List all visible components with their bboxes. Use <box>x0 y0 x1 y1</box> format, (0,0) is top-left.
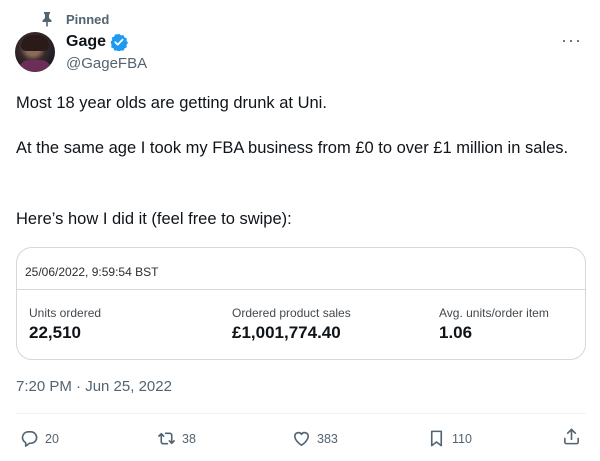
like-icon <box>294 431 309 446</box>
reply-icon <box>21 431 38 447</box>
reply-button[interactable]: 20 <box>20 429 59 448</box>
share-icon <box>564 428 579 445</box>
pinned-label: Pinned <box>66 11 110 27</box>
metric-label: Ordered product sales <box>232 306 351 320</box>
metric-units-ordered: Units ordered 22,510 <box>29 306 101 343</box>
tweet-text-line-3: Here’s how I did it (feel free to swipe)… <box>16 210 292 228</box>
pin-icon <box>40 11 54 27</box>
metric-value: 1.06 <box>439 323 473 342</box>
tweet-text-line-1: Most 18 year olds are getting drunk at U… <box>16 94 327 112</box>
avatar[interactable] <box>15 32 55 72</box>
metric-value: 22,510 <box>29 323 81 342</box>
tweet-text-line-2: At the same age I took my FBA business f… <box>16 139 569 157</box>
bookmark-count: 110 <box>452 431 472 446</box>
card-date: 25/06/2022, 9:59:54 BST <box>25 265 159 279</box>
retweet-icon <box>158 432 175 445</box>
metric-label: Units ordered <box>29 306 102 320</box>
like-button[interactable]: 383 <box>292 429 338 448</box>
card-header: 25/06/2022, 9:59:54 BST <box>17 248 585 290</box>
attached-image-card[interactable]: 25/06/2022, 9:59:54 BST Units ordered 22… <box>16 247 586 360</box>
retweet-count: 38 <box>182 431 196 446</box>
reply-count: 20 <box>45 431 59 446</box>
verified-badge-icon[interactable] <box>110 33 129 51</box>
bookmark-icon <box>430 430 443 447</box>
tweet-timestamp[interactable]: 7:20 PM · Jun 25, 2022 <box>16 378 172 395</box>
author-handle[interactable]: @GageFBA <box>66 55 147 72</box>
divider <box>16 413 586 414</box>
like-count: 383 <box>317 431 338 446</box>
author-name[interactable]: Gage <box>66 33 106 51</box>
action-bar: 20 38 383 110 <box>0 427 600 451</box>
metric-value: £1,001,774.40 <box>232 323 341 342</box>
metric-label: Avg. units/order item <box>439 306 549 320</box>
metric-avg-units-per-order-item: Avg. units/order item 1.06 <box>439 306 549 343</box>
retweet-button[interactable]: 38 <box>157 429 196 448</box>
pinned-indicator: Pinned <box>40 11 109 27</box>
author-name-row[interactable]: Gage <box>66 33 129 51</box>
share-button[interactable] <box>562 427 581 446</box>
bookmark-button[interactable]: 110 <box>427 429 472 448</box>
metric-ordered-product-sales: Ordered product sales £1,001,774.40 <box>232 306 351 343</box>
more-icon[interactable]: ··· <box>561 30 582 51</box>
